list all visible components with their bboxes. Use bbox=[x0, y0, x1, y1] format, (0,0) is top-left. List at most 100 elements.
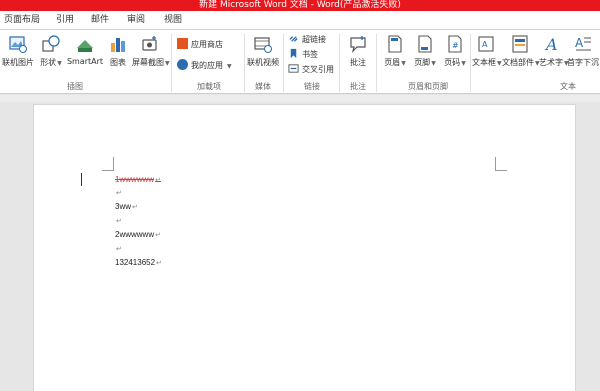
document-page[interactable]: 1wwwwww↵ ↵ 3ww↵ ↵ 2wwwwww↵ ↵ 132413652↵ bbox=[33, 104, 576, 391]
paragraph-mark: ↵ bbox=[116, 246, 122, 253]
quick-parts-button[interactable]: 文档部件▼ bbox=[502, 34, 540, 68]
document-line[interactable]: ↵ bbox=[115, 188, 122, 197]
bookmark-button[interactable]: 书签 bbox=[288, 48, 318, 62]
shapes-label: 形状 bbox=[40, 58, 57, 67]
smartart-label: SmartArt bbox=[66, 57, 104, 66]
text-cursor bbox=[81, 173, 82, 186]
textbox-dropdown-icon: ▼ bbox=[497, 60, 502, 67]
tab-references[interactable]: 引用 bbox=[56, 11, 74, 29]
ribbon-separator bbox=[376, 34, 377, 92]
comment-label: 批注 bbox=[350, 58, 366, 67]
paragraph-mark: ↵ bbox=[132, 204, 138, 211]
comment-icon bbox=[350, 36, 366, 53]
online-video-button[interactable]: 联机视频 bbox=[246, 34, 280, 68]
cross-reference-label: 交叉引用 bbox=[302, 65, 334, 74]
document-line[interactable]: 1wwwwww↵ bbox=[115, 175, 161, 184]
online-video-icon bbox=[254, 37, 272, 53]
ribbon-tabs: 页面布局 引用 邮件 审阅 视图 bbox=[0, 11, 600, 30]
ribbon-separator bbox=[339, 34, 340, 92]
hyperlink-button[interactable]: 超链接 bbox=[288, 33, 326, 47]
online-picture-icon bbox=[9, 36, 27, 53]
wordart-button[interactable]: A 艺术字▼ bbox=[539, 34, 569, 68]
ribbon-separator bbox=[283, 34, 284, 92]
header-icon bbox=[388, 35, 402, 53]
group-label-media: 媒体 bbox=[255, 82, 271, 91]
wordart-icon: A bbox=[544, 35, 558, 54]
group-label-header-footer: 页眉和页脚 bbox=[408, 82, 448, 91]
bookmark-icon bbox=[290, 48, 297, 59]
cross-reference-button[interactable]: 交叉引用 bbox=[288, 63, 334, 77]
ribbon-separator bbox=[244, 34, 245, 92]
store-button[interactable]: 应用商店 bbox=[177, 38, 223, 52]
smartart-button[interactable]: SmartArt bbox=[66, 34, 104, 66]
wordart-label: 艺术字 bbox=[539, 58, 563, 67]
document-line[interactable]: 3ww↵ bbox=[115, 202, 138, 211]
group-label-addins: 加载项 bbox=[197, 82, 221, 91]
footer-button[interactable]: 页脚▼ bbox=[411, 34, 439, 68]
quick-parts-label: 文档部件 bbox=[502, 58, 534, 67]
header-button[interactable]: 页眉▼ bbox=[381, 34, 409, 68]
dropcap-button[interactable]: A 首字下沉 bbox=[566, 34, 600, 68]
header-dropdown-icon: ▼ bbox=[401, 60, 406, 67]
store-icon bbox=[177, 38, 188, 49]
shapes-icon bbox=[42, 35, 60, 52]
svg-text:#: # bbox=[452, 41, 459, 50]
online-picture-button[interactable]: 联机图片 bbox=[2, 34, 34, 68]
svg-text:A: A bbox=[544, 35, 558, 54]
online-video-label: 联机视频 bbox=[247, 58, 279, 67]
ribbon-separator bbox=[171, 34, 172, 92]
dropcap-label: 首字下沉 bbox=[567, 58, 599, 67]
quick-parts-icon bbox=[512, 35, 528, 53]
footer-icon bbox=[418, 35, 432, 53]
ribbon: 联机图片 形状▼ SmartArt 图表 屏幕截图▼ 插图 应用商店 我的应用 … bbox=[0, 30, 600, 94]
page-number-dropdown-icon: ▼ bbox=[461, 60, 466, 67]
line-text: 2wwwwww bbox=[115, 230, 155, 239]
document-line[interactable]: 132413652↵ bbox=[115, 258, 162, 267]
chart-icon bbox=[111, 38, 125, 52]
margin-corner-mark bbox=[495, 157, 507, 171]
comment-button[interactable]: 批注 bbox=[344, 34, 372, 68]
group-label-links: 链接 bbox=[304, 82, 320, 91]
paragraph-mark: ↵ bbox=[155, 232, 161, 239]
window-title: 新建 Microsoft Word 文档 - Word(产品激活失败) bbox=[0, 0, 600, 11]
screenshot-label: 屏幕截图 bbox=[132, 58, 164, 67]
hyperlink-label: 超链接 bbox=[302, 35, 326, 44]
shapes-dropdown-icon: ▼ bbox=[57, 60, 62, 67]
dropcap-icon: A bbox=[575, 36, 591, 51]
smartart-icon bbox=[77, 40, 93, 52]
screenshot-button[interactable]: 屏幕截图▼ bbox=[132, 34, 170, 68]
my-apps-icon bbox=[177, 59, 188, 70]
chart-button[interactable]: 图表 bbox=[106, 34, 130, 68]
textbox-label: 文本框 bbox=[472, 58, 496, 67]
shapes-button[interactable]: 形状▼ bbox=[38, 34, 64, 68]
paragraph-mark: ↵ bbox=[116, 190, 122, 197]
margin-corner-mark bbox=[102, 157, 114, 171]
online-picture-label: 联机图片 bbox=[2, 58, 34, 67]
paragraph-mark: ↵ bbox=[116, 218, 122, 225]
page-number-button[interactable]: # 页码▼ bbox=[441, 34, 469, 68]
document-line[interactable]: ↵ bbox=[115, 216, 122, 225]
ribbon-separator bbox=[470, 34, 471, 92]
tab-review[interactable]: 审阅 bbox=[127, 11, 145, 29]
page-number-label: 页码 bbox=[444, 58, 461, 67]
group-label-illustrations: 插图 bbox=[67, 82, 83, 91]
store-label: 应用商店 bbox=[191, 40, 223, 49]
line-text: 3ww bbox=[115, 202, 132, 211]
hyperlink-icon bbox=[289, 36, 298, 42]
my-apps-button[interactable]: 我的应用 ▼ bbox=[177, 59, 232, 73]
textbox-button[interactable]: A 文本框▼ bbox=[472, 34, 502, 68]
screenshot-icon bbox=[142, 36, 157, 51]
screenshot-dropdown-icon: ▼ bbox=[165, 60, 170, 67]
tab-page-layout[interactable]: 页面布局 bbox=[4, 11, 40, 29]
document-line[interactable]: ↵ bbox=[115, 244, 122, 253]
group-label-comments: 批注 bbox=[350, 82, 366, 91]
tab-mailings[interactable]: 邮件 bbox=[91, 11, 109, 29]
line-text: 1wwwwww bbox=[115, 175, 155, 184]
cross-reference-icon bbox=[288, 64, 299, 73]
tab-view[interactable]: 视图 bbox=[164, 11, 182, 29]
header-label: 页眉 bbox=[384, 58, 401, 67]
footer-dropdown-icon: ▼ bbox=[431, 60, 436, 67]
document-line[interactable]: 2wwwwww↵ bbox=[115, 230, 161, 239]
page-number-icon: # bbox=[448, 35, 462, 53]
line-text: 132413652 bbox=[115, 258, 156, 267]
